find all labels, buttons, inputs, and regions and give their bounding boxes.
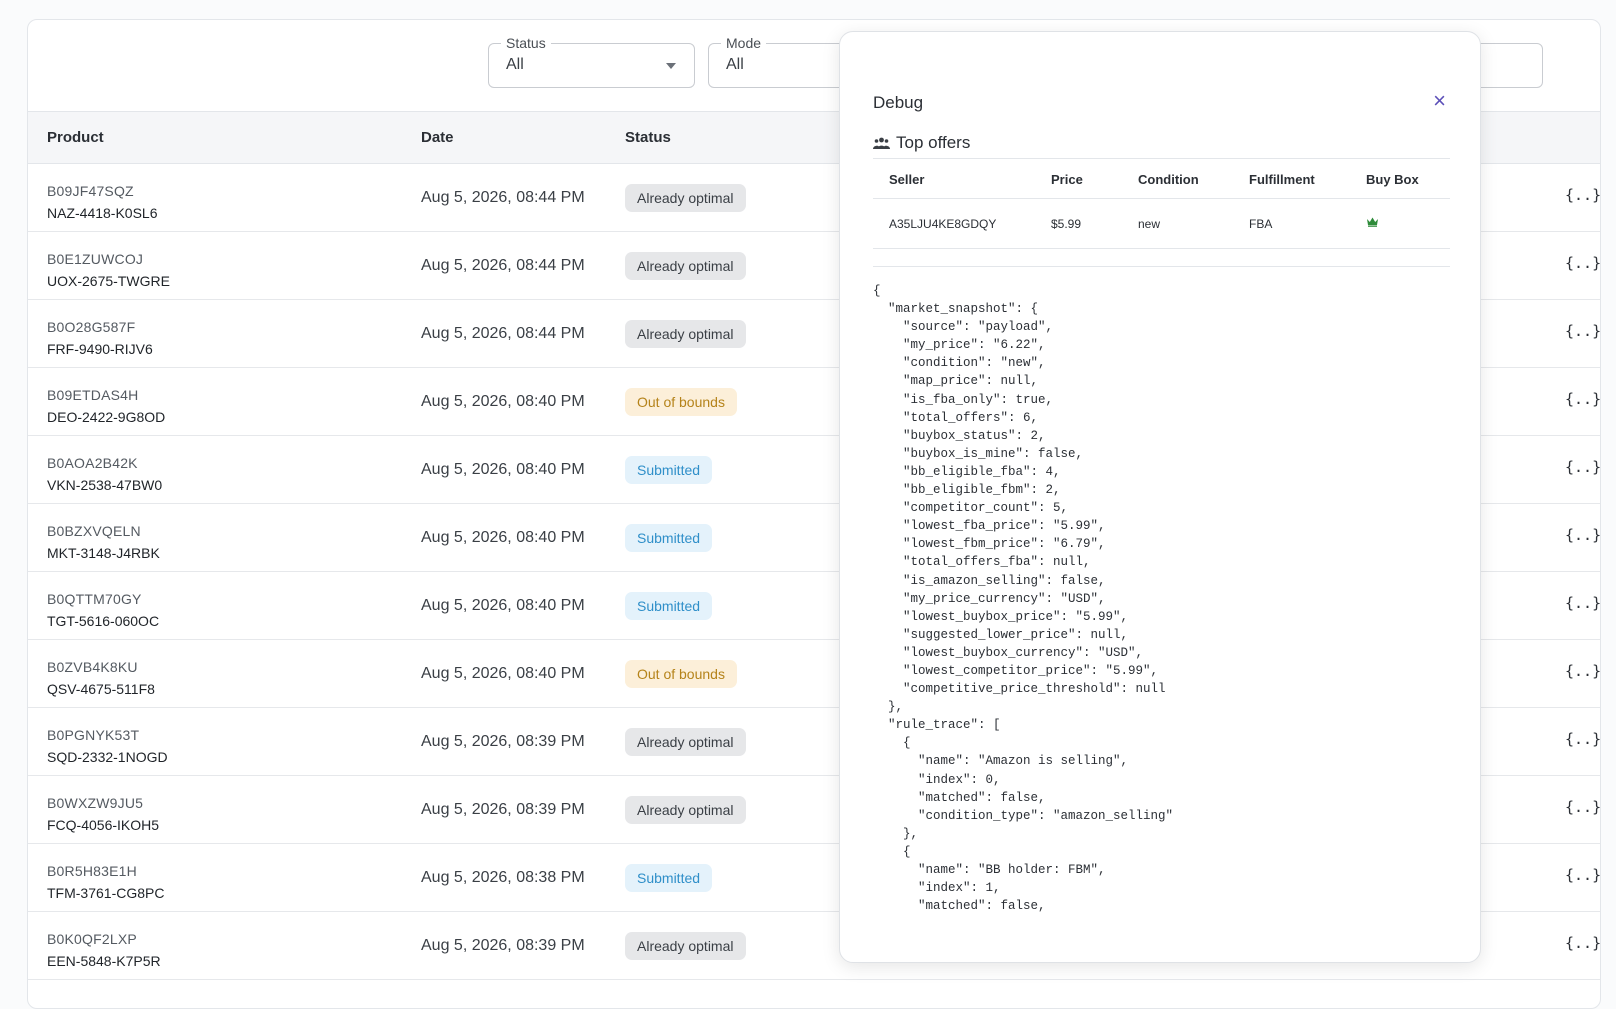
row-date: Aug 5, 2026, 08:38 PM [421,869,585,886]
row-asin: B0QTTM70GY [47,591,142,607]
top-offers-title: Top offers [896,133,971,152]
row-asin: B0R5H83E1H [47,863,137,879]
debug-json: { "market_snapshot": { "source": "payloa… [873,284,1174,914]
row-date: Aug 5, 2026, 08:44 PM [421,189,585,206]
json-view-icon[interactable]: {..} [1565,934,1600,952]
crown-icon [1366,216,1379,230]
status-filter-select[interactable]: Status All [488,35,695,88]
row-sku: FRF-9490-RIJV6 [47,341,153,357]
json-view-icon[interactable]: {..} [1565,526,1600,544]
row-date: Aug 5, 2026, 08:44 PM [421,257,585,274]
row-asin: B09ETDAS4H [47,387,139,403]
status-filter-label: Status [501,35,551,51]
status-badge: Already optimal [625,796,746,824]
group-icon [873,137,890,149]
row-date: Aug 5, 2026, 08:44 PM [421,325,585,342]
json-view-icon[interactable]: {..} [1565,254,1600,272]
row-sku: NAZ-4418-K0SL6 [47,205,158,221]
status-badge: Submitted [625,524,713,552]
row-asin: B0WXZW9JU5 [47,795,144,811]
json-view-icon[interactable]: {..} [1565,594,1600,612]
status-badge: Out of bounds [625,388,737,416]
json-view-icon[interactable]: {..} [1565,866,1600,884]
row-asin: B0ZVB4K8KU [47,659,138,675]
row-date: Aug 5, 2026, 08:40 PM [421,461,585,478]
status-badge: Submitted [625,456,713,484]
row-date: Aug 5, 2026, 08:39 PM [421,801,585,818]
offers-table: Seller Price Condition Fulfillment Buy B… [873,158,1450,249]
modal-title: Debug [873,93,924,112]
offer-row: A35LJU4KE8GDQY $5.99 new FBA [873,199,1450,249]
offer-fulfillment: FBA [1249,217,1273,231]
status-badge: Submitted [625,592,713,620]
chevron-down-icon [666,63,676,69]
offers-col-price: Price [1051,172,1083,187]
row-asin: B0AOA2B42K [47,455,138,471]
close-icon[interactable]: × [1433,90,1446,112]
offers-col-condition: Condition [1138,172,1199,187]
top-offers-heading: Top offers [873,133,970,153]
offers-col-seller: Seller [889,172,925,187]
status-badge: Submitted [625,864,713,892]
row-date: Aug 5, 2026, 08:40 PM [421,665,585,682]
json-view-icon[interactable]: {..} [1565,730,1600,748]
offers-col-buybox: Buy Box [1366,172,1419,187]
status-filter-value: All [506,56,524,73]
row-sku: QSV-4675-511F8 [47,681,155,697]
row-sku: SQD-2332-1NOGD [47,749,168,765]
row-asin: B09JF47SQZ [47,183,134,199]
status-badge: Already optimal [625,252,746,280]
col-header-date[interactable]: Date [421,129,454,146]
json-view-icon[interactable]: {..} [1565,390,1600,408]
row-date: Aug 5, 2026, 08:39 PM [421,733,585,750]
row-asin: B0E1ZUWCOJ [47,251,144,267]
row-date: Aug 5, 2026, 08:40 PM [421,393,585,410]
json-view-icon[interactable]: {..} [1565,186,1600,204]
json-view-icon[interactable]: {..} [1565,662,1600,680]
row-sku: TGT-5616-060OC [47,613,160,629]
row-asin: B0PGNYK53T [47,727,140,743]
offer-price: $5.99 [1051,217,1082,231]
row-date: Aug 5, 2026, 08:39 PM [421,937,585,954]
status-badge: Already optimal [625,320,746,348]
row-asin: B0K0QF2LXP [47,931,137,947]
col-header-status[interactable]: Status [625,129,671,146]
row-sku: DEO-2422-9G8OD [47,409,166,425]
json-view-icon[interactable]: {..} [1565,458,1600,476]
divider [873,266,1450,267]
status-badge: Out of bounds [625,660,737,688]
status-badge: Already optimal [625,728,746,756]
status-badge: Already optimal [625,184,746,212]
json-view-icon[interactable]: {..} [1565,322,1600,340]
row-sku: TFM-3761-CG8PC [47,885,165,901]
offers-col-fulfillment: Fulfillment [1249,172,1315,187]
json-view-icon[interactable]: {..} [1565,798,1600,816]
row-sku: FCQ-4056-IKOH5 [47,817,160,833]
row-asin: B0BZXVQELN [47,523,141,539]
debug-modal: Debug × Top offers Seller Price Conditio… [839,31,1481,963]
status-badge: Already optimal [625,932,746,960]
row-date: Aug 5, 2026, 08:40 PM [421,597,585,614]
mode-filter-label: Mode [721,35,767,51]
offer-condition: new [1138,217,1161,231]
mode-filter-value: All [726,56,744,73]
row-date: Aug 5, 2026, 08:40 PM [421,529,585,546]
offers-header-row: Seller Price Condition Fulfillment Buy B… [873,159,1450,199]
col-header-product[interactable]: Product [47,129,104,146]
row-sku: EEN-5848-K7P5R [47,953,161,969]
offer-seller: A35LJU4KE8GDQY [889,217,997,231]
row-sku: MKT-3148-J4RBK [47,545,160,561]
row-asin: B0O28G587F [47,319,136,335]
row-sku: VKN-2538-47BW0 [47,477,163,493]
row-sku: UOX-2675-TWGRE [47,273,170,289]
